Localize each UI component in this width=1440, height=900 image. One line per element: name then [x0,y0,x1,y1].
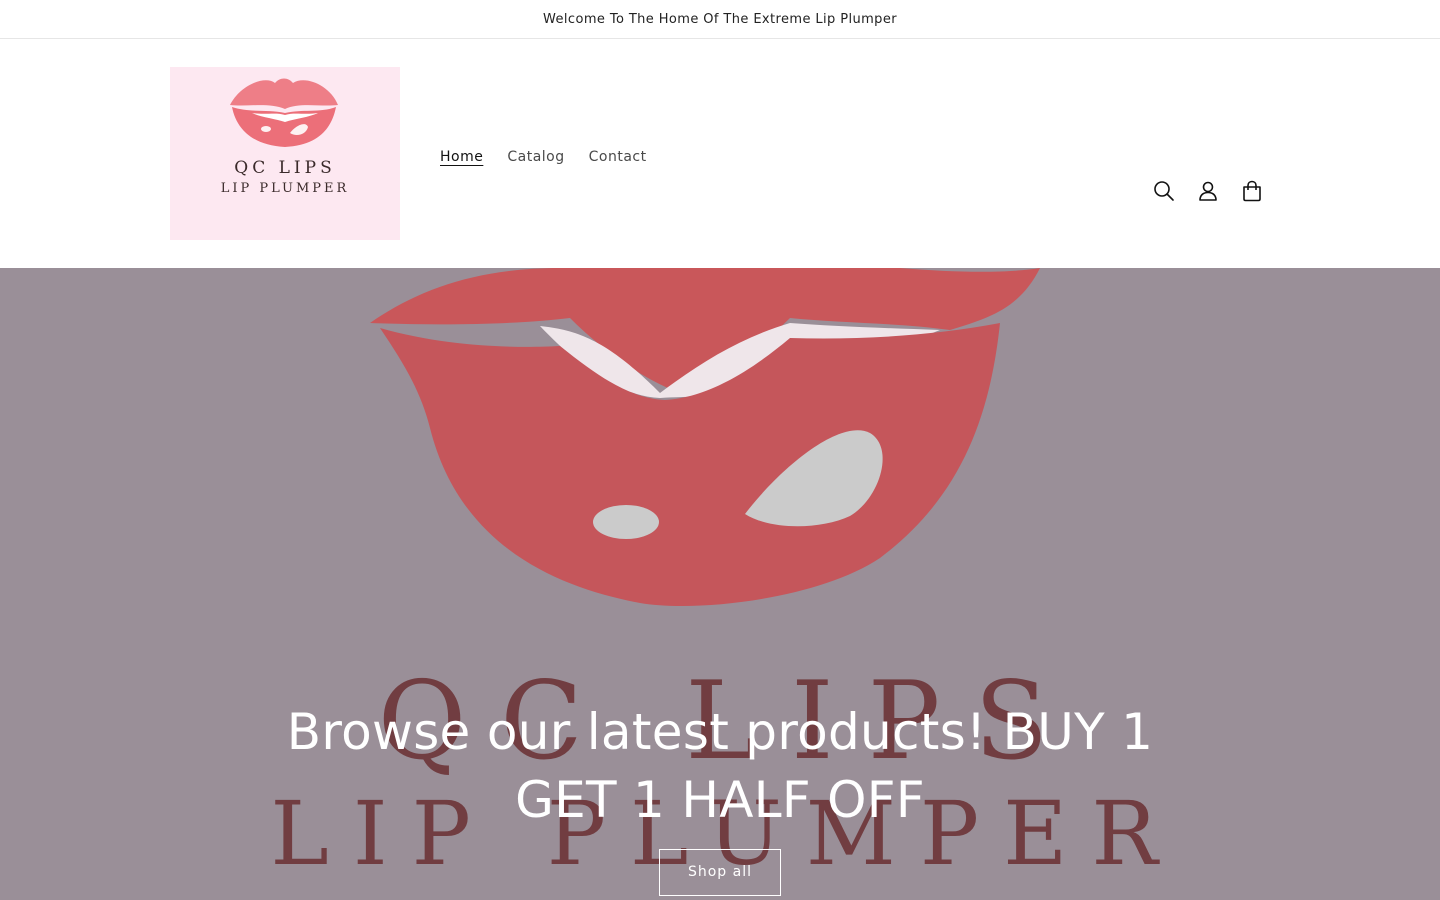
hero-banner: QC LIPS LIP PLUMPER Browse our latest pr… [0,268,1440,900]
main-nav: Home Catalog Contact [428,143,659,171]
header-icons [1142,169,1274,213]
hero-heading: Browse our latest products! BUY 1 GET 1 … [286,703,1154,829]
shop-all-button[interactable]: Shop all [659,849,781,896]
nav-home[interactable]: Home [428,143,495,171]
search-icon [1154,181,1174,201]
account-button[interactable] [1186,169,1230,213]
nav-contact[interactable]: Contact [577,143,659,171]
logo-line1: QC LIPS [234,158,335,178]
announcement-text: Welcome To The Home Of The Extreme Lip P… [543,11,897,27]
cart-button[interactable] [1230,169,1274,213]
logo-line2: LIP PLUMPER [221,181,350,196]
announcement-bar: Welcome To The Home Of The Extreme Lip P… [0,0,1440,39]
cart-icon [1243,180,1261,202]
lips-logo-icon: QC LIPS LIP PLUMPER [221,78,350,196]
search-button[interactable] [1142,169,1186,213]
logo-link[interactable]: QC LIPS LIP PLUMPER [170,67,400,240]
account-icon [1199,181,1217,201]
site-header: QC LIPS LIP PLUMPER Home Catalog Contact [0,39,1440,268]
hero-content: Browse our latest products! BUY 1 GET 1 … [0,698,1440,896]
nav-catalog[interactable]: Catalog [495,143,576,171]
